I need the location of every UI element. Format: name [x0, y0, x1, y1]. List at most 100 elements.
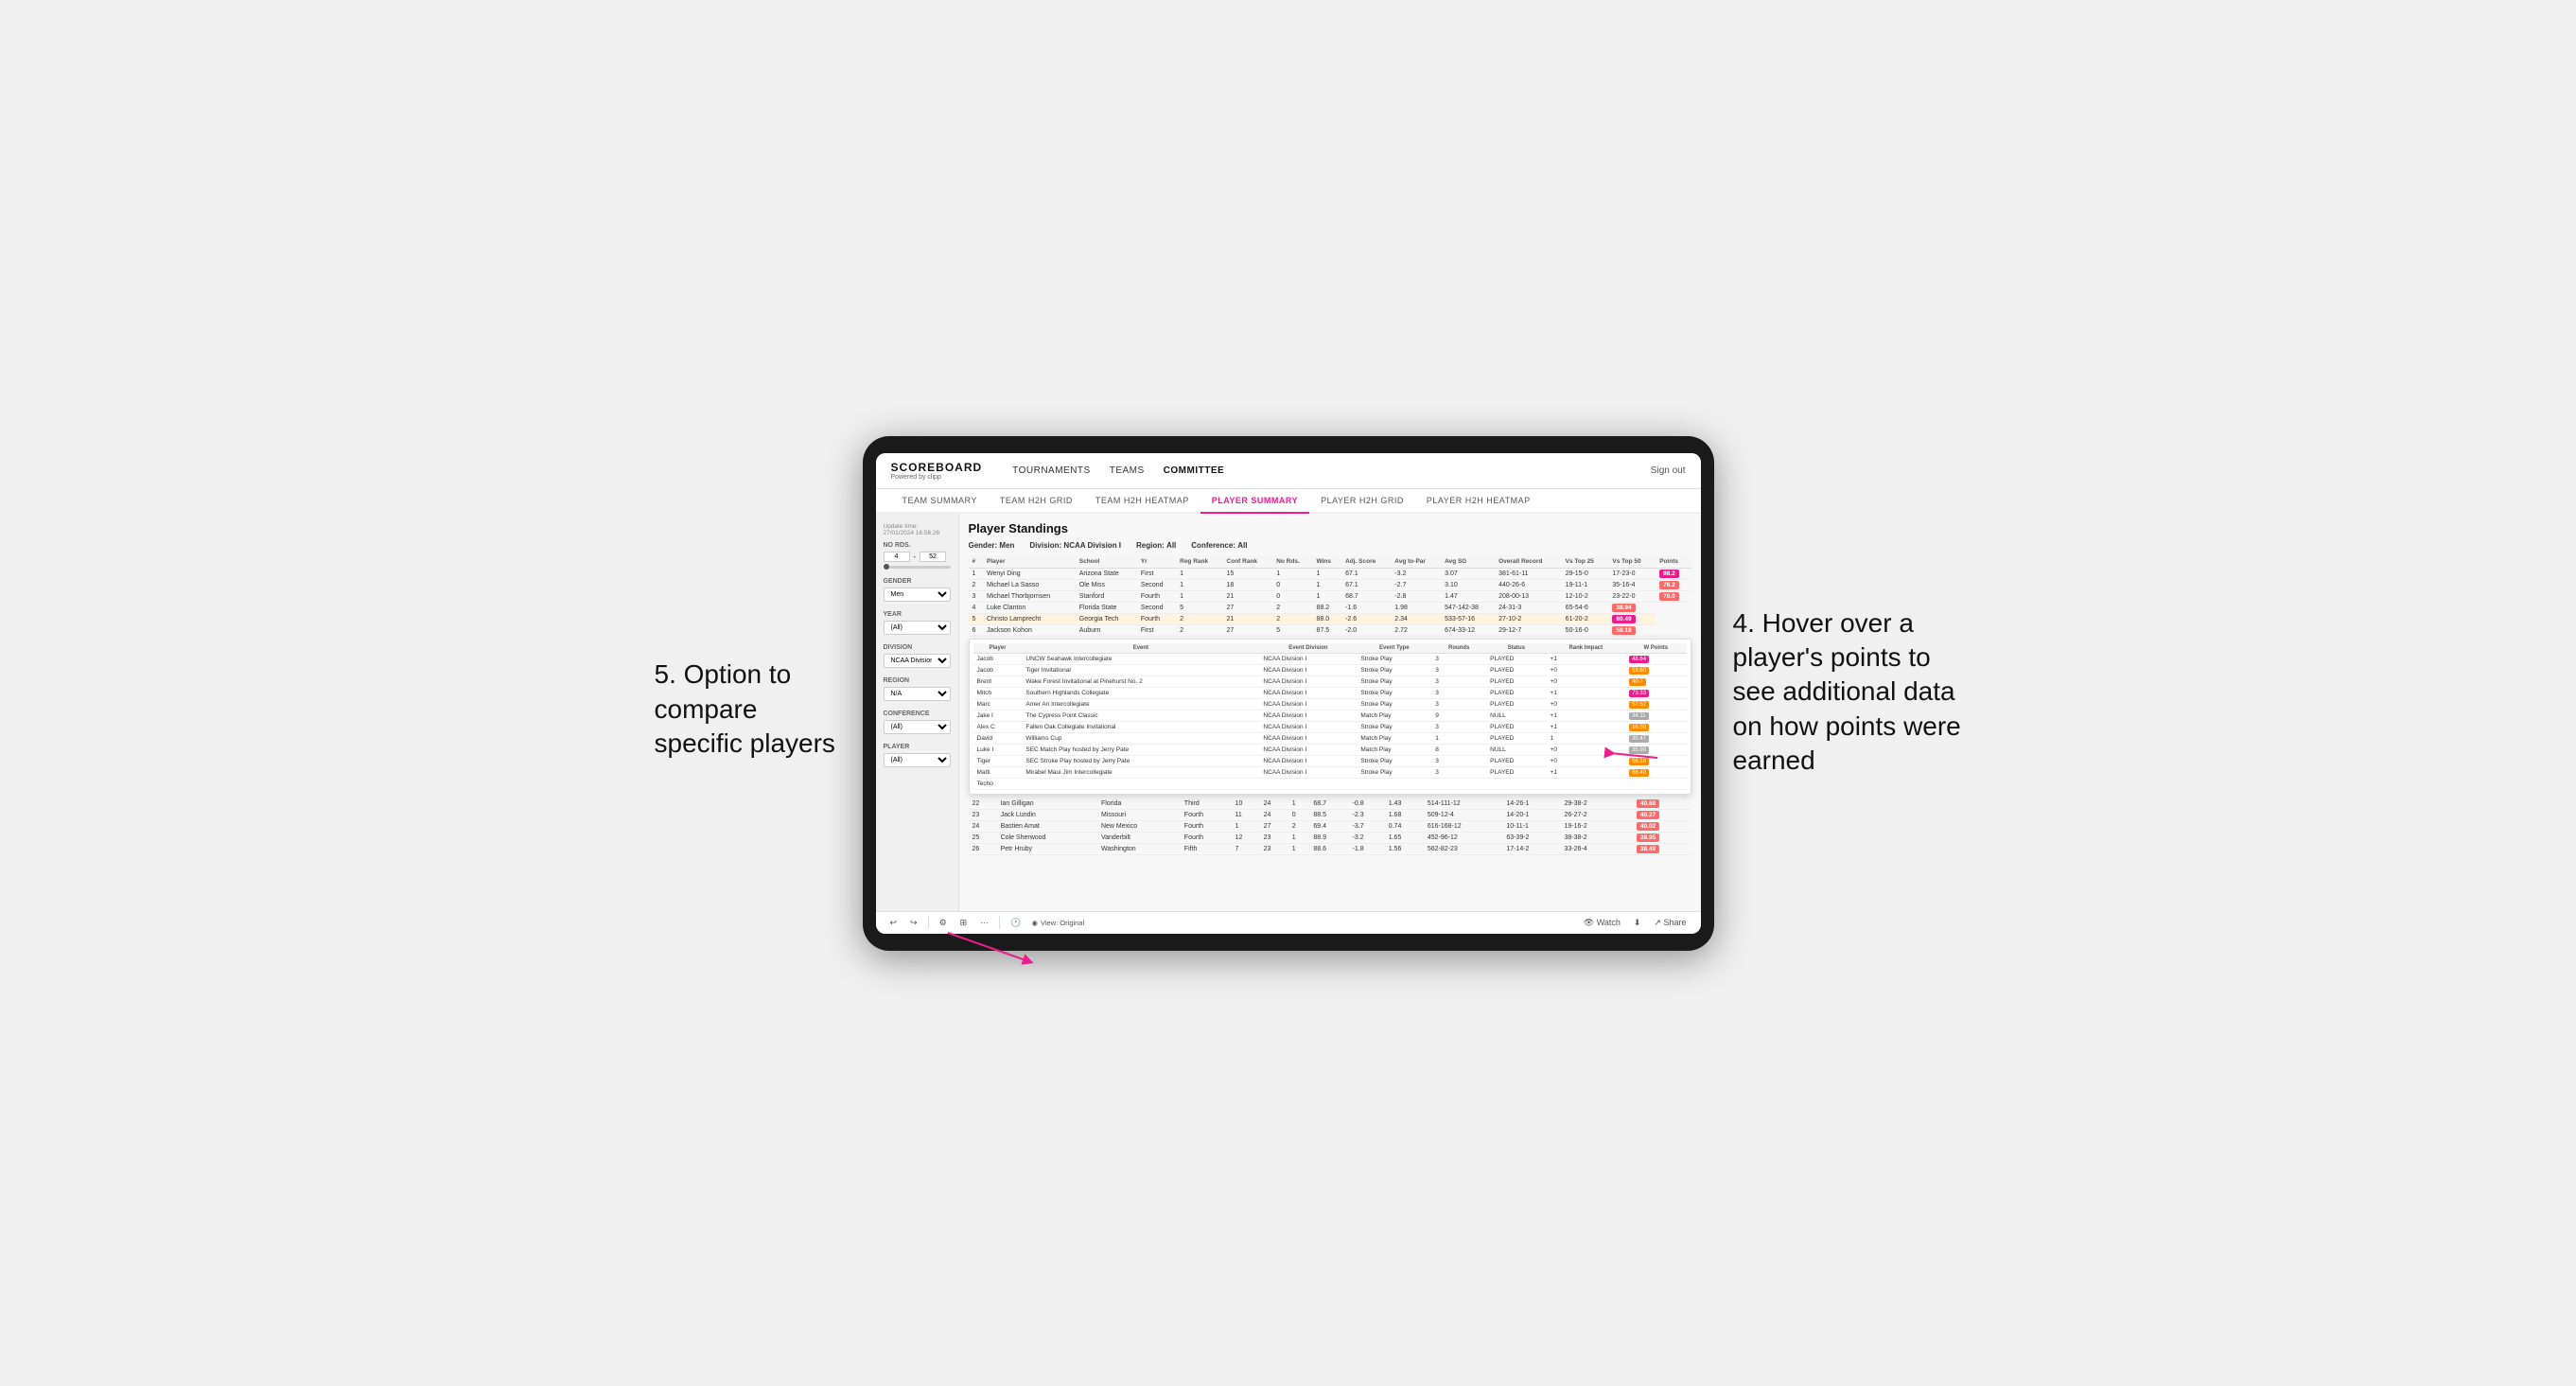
table-area: Player Standings Gender: Men Division: N… — [959, 514, 1701, 911]
toolbar-view[interactable]: ◉ View: Original — [1031, 919, 1084, 927]
tooltip-row: Techo — [973, 778, 1687, 789]
standings-title: Player Standings — [969, 521, 1691, 535]
brand-subtitle: Powered by clipp — [891, 474, 983, 481]
tooltip-row: Matti Mirabel Maui Jim Intercollegiate N… — [973, 766, 1687, 778]
subnav-team-summary[interactable]: TEAM SUMMARY — [891, 489, 989, 514]
filter-row: Gender: Men Division: NCAA Division I Re… — [969, 541, 1691, 550]
col-school: School — [1076, 555, 1137, 569]
slider-thumb[interactable] — [884, 564, 889, 570]
gender-select[interactable]: Men — [884, 588, 951, 602]
brand-title: SCOREBOARD — [891, 461, 983, 474]
standings-table: # Player School Yr Reg Rank Conf Rank No… — [969, 555, 1691, 637]
lower-standings-table: 22 Ian Gilligan Florida Third 10 24 1 68… — [969, 798, 1691, 855]
update-time: Update time: 27/01/2024 16:56:26 — [884, 523, 951, 536]
points-badge[interactable]: 38.94 — [1612, 604, 1635, 612]
player-label: Player — [884, 744, 951, 750]
points-badge[interactable]: 98.2 — [1659, 570, 1679, 578]
points-badge[interactable]: 70.0 — [1659, 592, 1679, 601]
sign-out-link[interactable]: Sign out — [1651, 465, 1686, 476]
annotation-top-right: 4. Hover over a player's points to see a… — [1733, 606, 1979, 779]
main-content: Update time: 27/01/2024 16:56:26 No Rds.… — [876, 514, 1701, 911]
navbar: SCOREBOARD Powered by clipp TOURNAMENTS … — [876, 453, 1701, 489]
gender-label: Gender — [884, 578, 951, 585]
tooltip-row: Brent Wake Forest Invitational at Pinehu… — [973, 675, 1687, 687]
points-badge[interactable]: 40.27 — [1637, 811, 1659, 819]
nav-links: TOURNAMENTS TEAMS COMMITTEE — [1012, 464, 1628, 478]
tooltip-row: Alex C Fallen Oak Collegiate Invitationa… — [973, 721, 1687, 732]
toolbar-right: 👁 Watch ⬇ ↗ Share — [1581, 916, 1690, 930]
filter-gender: Gender: Men — [969, 541, 1015, 550]
points-badge[interactable]: 40.02 — [1637, 822, 1659, 831]
nav-teams[interactable]: TEAMS — [1110, 464, 1145, 478]
no-rds-to-input[interactable] — [920, 552, 946, 562]
subnav-player-h2h-grid[interactable]: PLAYER H2H GRID — [1309, 489, 1415, 514]
division-select[interactable]: NCAA Division I — [884, 654, 951, 668]
subnav-player-summary[interactable]: PLAYER SUMMARY — [1200, 489, 1309, 514]
toolbar-settings[interactable]: ⚙ — [937, 916, 950, 930]
w-points-badge[interactable]: 30.47 — [1629, 735, 1649, 743]
tooltip-table: Player Event Event Division Event Type R… — [973, 643, 1687, 790]
view-label: View: Original — [1041, 919, 1084, 927]
outer-wrapper: 5. Option to compare specific players 4.… — [863, 436, 1714, 951]
toolbar-sep-1 — [928, 916, 929, 929]
w-points-badge[interactable]: 56.18 — [1629, 758, 1649, 765]
toolbar-watch[interactable]: 👁 Watch — [1581, 916, 1623, 930]
w-points-badge[interactable]: 34.11 — [1629, 712, 1649, 720]
w-points-badge[interactable]: 66.40 — [1629, 769, 1649, 777]
w-points-badge[interactable]: 48.64 — [1629, 656, 1649, 663]
w-points-badge[interactable]: 16.50 — [1629, 724, 1649, 731]
filter-conference: Conference: All — [1191, 541, 1247, 550]
subnav-team-h2h-heatmap[interactable]: TEAM H2H HEATMAP — [1084, 489, 1200, 514]
region-label: Region — [884, 677, 951, 684]
table-row: 4 Luke Clanton Florida State Second 5 27… — [969, 602, 1691, 613]
toolbar-copy[interactable]: ⊞ — [957, 916, 971, 930]
points-badge[interactable]: 38.49 — [1637, 845, 1659, 853]
tablet-device: SCOREBOARD Powered by clipp TOURNAMENTS … — [863, 436, 1714, 951]
toolbar-download[interactable]: ⬇ — [1631, 916, 1644, 930]
points-badge[interactable]: 80.49 — [1612, 615, 1635, 623]
tooltip-popup: Player Event Event Division Event Type R… — [969, 639, 1691, 795]
player-select[interactable]: (All) — [884, 753, 951, 767]
subnav-team-h2h-grid[interactable]: TEAM H2H GRID — [989, 489, 1084, 514]
table-row: 25 Cole Sherwood Vanderbilt Fourth 12 23… — [969, 832, 1691, 843]
toolbar-redo[interactable]: ↪ — [907, 916, 920, 930]
no-rds-from-input[interactable] — [884, 552, 910, 562]
subnav-player-h2h-heatmap[interactable]: PLAYER H2H HEATMAP — [1415, 489, 1542, 514]
tooltip-row: David Williams Cup NCAA Division I Match… — [973, 732, 1687, 744]
w-points-badge[interactable]: 35.90 — [1629, 746, 1649, 754]
col-player: Player — [983, 555, 1076, 569]
points-badge[interactable]: 76.2 — [1659, 581, 1679, 589]
table-header-row: # Player School Yr Reg Rank Conf Rank No… — [969, 555, 1691, 569]
region-select[interactable]: N/A — [884, 687, 951, 701]
toolbar-undo[interactable]: ↩ — [887, 916, 901, 930]
w-points-badge[interactable]: 40.7 — [1629, 678, 1646, 686]
col-conf-rank: Conf Rank — [1223, 555, 1273, 569]
toolbar-clock[interactable]: 🕐 — [1008, 916, 1024, 930]
nav-tournaments[interactable]: TOURNAMENTS — [1012, 464, 1091, 478]
sub-navbar: TEAM SUMMARY TEAM H2H GRID TEAM H2H HEAT… — [876, 489, 1701, 514]
col-vs-top50: Vs Top 50 — [1608, 555, 1656, 569]
toolbar-more[interactable]: ⋯ — [977, 916, 991, 930]
w-points-badge[interactable]: 53.60 — [1629, 667, 1649, 675]
tooltip-row: Luke I SEC Match Play hosted by Jerry Pa… — [973, 744, 1687, 755]
toolbar-share[interactable]: ↗ Share — [1651, 916, 1689, 930]
nav-committee[interactable]: COMMITTEE — [1164, 464, 1225, 478]
col-no-rds: No Rds. — [1272, 555, 1312, 569]
table-row: 2 Michael La Sasso Ole Miss Second 1 18 … — [969, 579, 1691, 590]
sidebar-player: Player (All) — [884, 744, 951, 767]
w-points-badge[interactable]: 57.57 — [1629, 701, 1649, 709]
division-label: Division — [884, 644, 951, 651]
points-badge[interactable]: 58.18 — [1612, 626, 1635, 635]
tooltip-row: Mitch Southern Highlands Collegiate NCAA… — [973, 687, 1687, 698]
year-select[interactable]: (All) — [884, 621, 951, 635]
sidebar-year: Year (All) — [884, 611, 951, 635]
slider-track[interactable] — [884, 566, 951, 569]
col-overall: Overall Record — [1495, 555, 1562, 569]
tooltip-row: Jacob Tiger Invitational NCAA Division I… — [973, 664, 1687, 675]
conference-select[interactable]: (All) — [884, 720, 951, 734]
w-points-badge[interactable]: 73.33 — [1629, 690, 1649, 697]
points-badge[interactable]: 39.95 — [1637, 833, 1659, 842]
points-badge[interactable]: 40.68 — [1637, 799, 1659, 808]
sidebar-region: Region N/A — [884, 677, 951, 701]
col-points: Points — [1656, 555, 1691, 569]
